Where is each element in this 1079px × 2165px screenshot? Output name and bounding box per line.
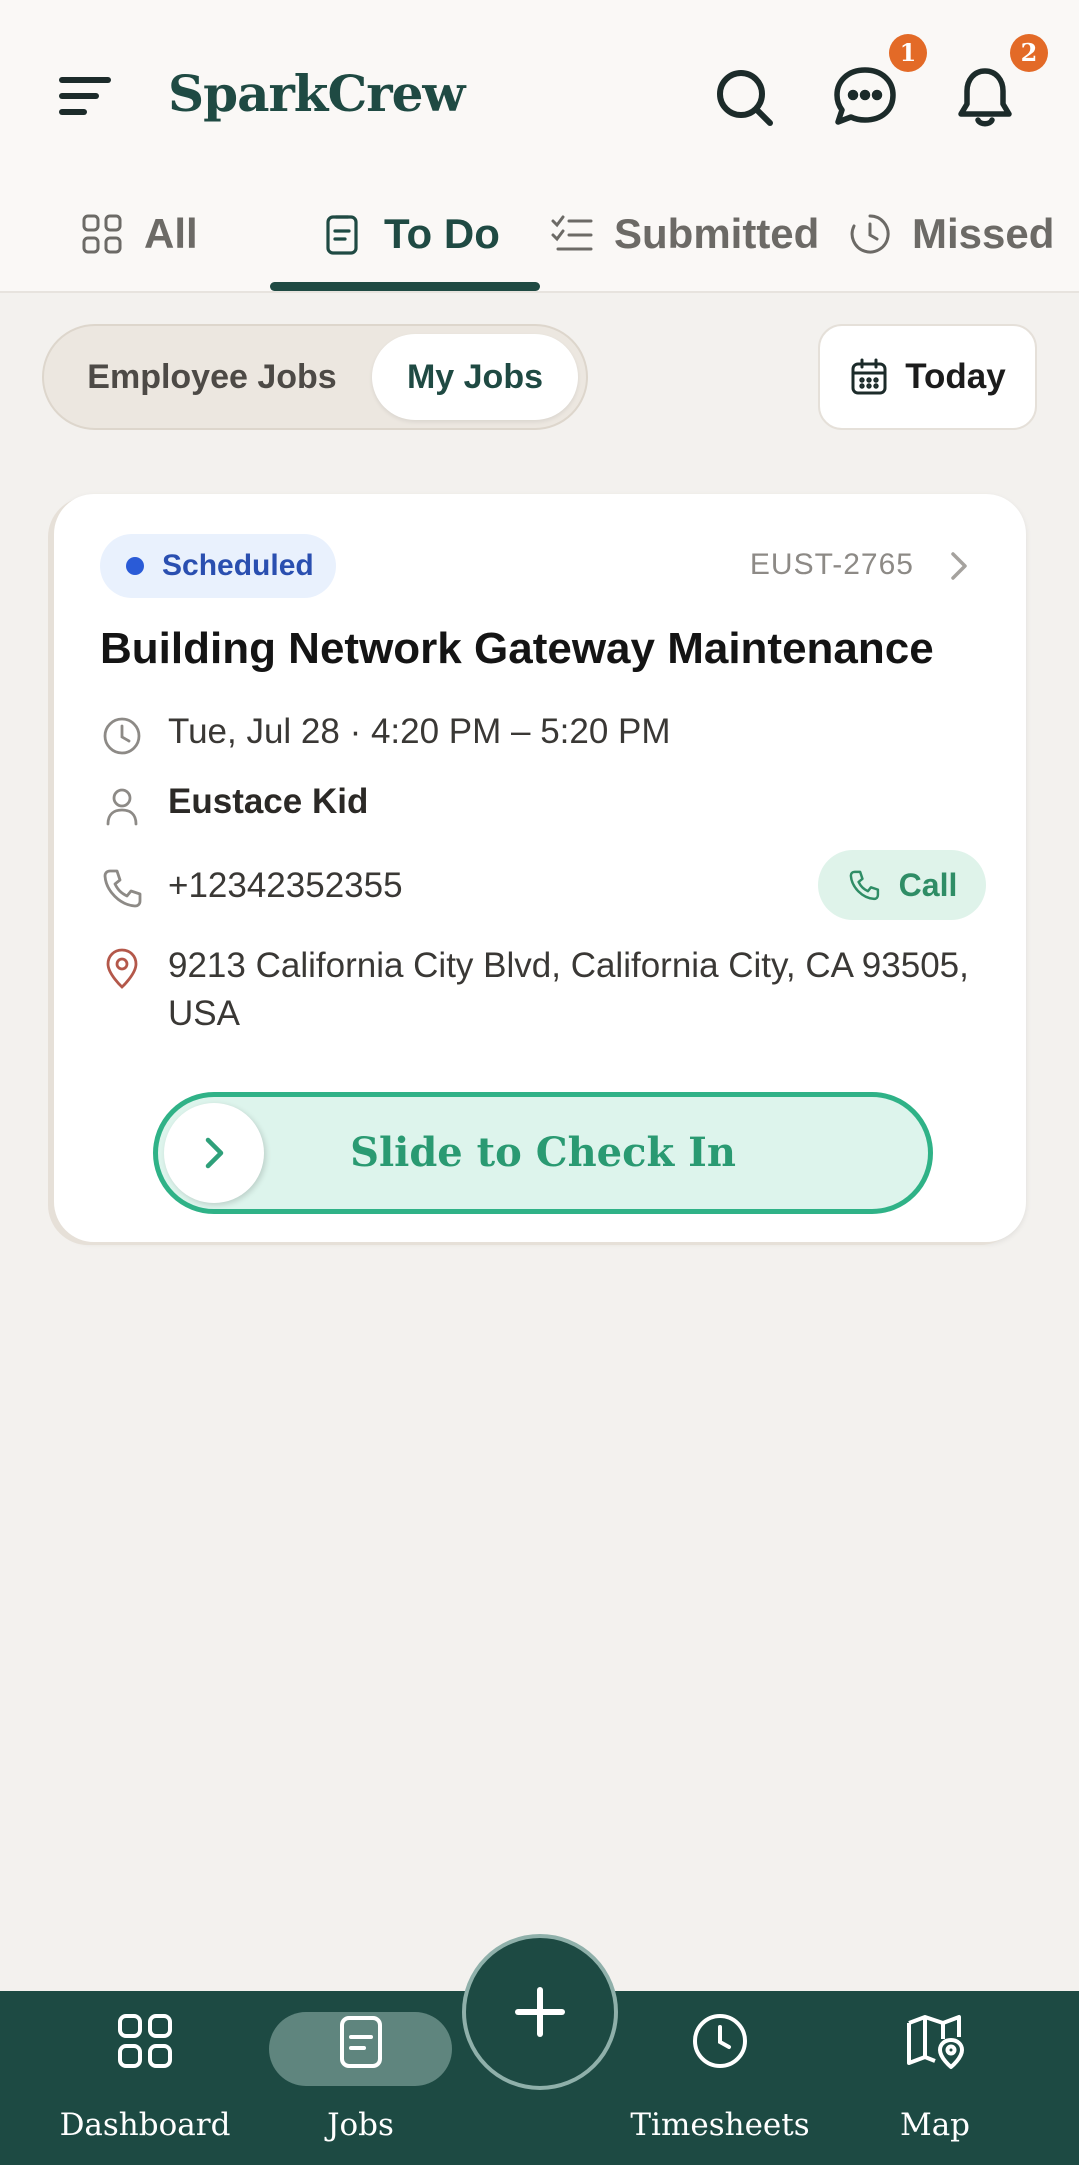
- plus-icon: [515, 1987, 565, 2037]
- tab-label: To Do: [384, 210, 500, 257]
- calendar-icon: [851, 358, 887, 395]
- search-icon[interactable]: [710, 62, 780, 132]
- notifications-badge: 2: [1010, 34, 1048, 72]
- grid-icon: [82, 214, 122, 254]
- menu-icon[interactable]: [56, 66, 116, 126]
- clipboard-icon: [331, 2011, 391, 2071]
- nav-label: Map: [899, 2107, 971, 2143]
- clock-icon: [850, 214, 890, 254]
- app-header: SparkCrew 1 2: [0, 0, 1079, 175]
- tab-submitted[interactable]: Submitted: [550, 175, 819, 293]
- tab-to-do[interactable]: To Do: [320, 175, 500, 293]
- clipboard-icon: [326, 215, 358, 255]
- bell-icon[interactable]: [950, 62, 1020, 132]
- checklist-icon: [551, 215, 593, 251]
- job-title: Building Network Gateway Maintenance: [100, 624, 934, 673]
- tab-all[interactable]: All: [80, 175, 198, 293]
- messages-badge: 1: [889, 34, 927, 72]
- chevron-right-icon[interactable]: [938, 546, 978, 586]
- status-dot: [126, 557, 144, 575]
- nav-timesheets[interactable]: Timesheets: [630, 1991, 810, 2165]
- slider-handle[interactable]: [164, 1103, 264, 1203]
- nav-jobs[interactable]: Jobs: [269, 1991, 452, 2165]
- my-jobs-option[interactable]: My Jobs: [372, 334, 578, 420]
- tab-label: Submitted: [614, 210, 820, 257]
- customer-phone: +12342352355: [168, 866, 403, 905]
- tab-missed[interactable]: Missed: [848, 175, 1054, 293]
- clock-icon: [690, 2011, 750, 2071]
- customer-name: Eustace Kid: [168, 782, 369, 821]
- date-filter-button[interactable]: Today: [818, 324, 1037, 430]
- employee-jobs-option[interactable]: Employee Jobs: [52, 334, 372, 420]
- messages-icon[interactable]: [830, 62, 900, 132]
- nav-label: Timesheets: [630, 2107, 810, 2143]
- phone-icon: [849, 870, 879, 901]
- date-filter-label: Today: [905, 357, 1006, 396]
- person-icon: [100, 784, 144, 828]
- chevron-right-icon: [205, 1137, 224, 1169]
- status-badge: Scheduled: [100, 534, 336, 598]
- map-pin-icon: [905, 2011, 965, 2071]
- nav-label: Jobs: [327, 2107, 394, 2143]
- tab-label: Missed: [912, 210, 1055, 257]
- nav-map[interactable]: Map: [870, 1991, 1000, 2165]
- add-job-button[interactable]: [462, 1934, 618, 2090]
- check-in-slider[interactable]: Slide to Check In: [153, 1092, 933, 1214]
- jobs-scope-toggle: Employee Jobs My Jobs: [42, 324, 588, 430]
- job-id: EUST-2765: [749, 548, 914, 581]
- location-pin-icon: [100, 946, 144, 990]
- status-label: Scheduled: [162, 549, 314, 582]
- nav-dashboard[interactable]: Dashboard: [50, 1991, 240, 2165]
- phone-icon: [100, 866, 144, 910]
- address-line-1: 9213 California City Blvd, California Ci…: [168, 946, 969, 985]
- job-card[interactable]: Scheduled EUST-2765 Building Network Gat…: [54, 494, 1026, 1242]
- nav-label: Dashboard: [59, 2107, 231, 2143]
- slider-label: Slide to Check In: [350, 1129, 736, 1176]
- active-tab-indicator: [270, 282, 540, 291]
- call-button[interactable]: Call: [818, 850, 986, 920]
- app-logo: SparkCrew: [168, 64, 465, 123]
- grid-icon: [115, 2011, 175, 2071]
- job-datetime: Tue, Jul 28 · 4:20 PM – 5:20 PM: [168, 712, 671, 751]
- clock-icon: [100, 714, 144, 758]
- address-line-2: USA: [168, 994, 240, 1033]
- call-label: Call: [898, 866, 958, 903]
- job-tabs: All To Do Submitted Missed: [0, 175, 1079, 293]
- tab-label: All: [144, 210, 198, 257]
